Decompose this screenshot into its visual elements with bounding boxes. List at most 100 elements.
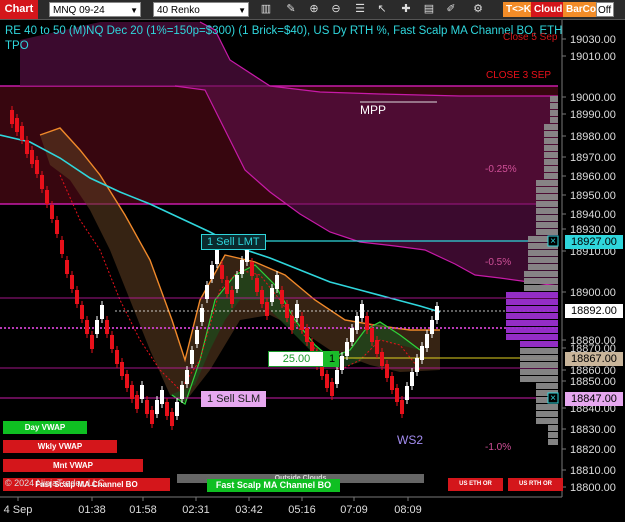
profile-bar — [524, 285, 558, 291]
bar-chart-icon[interactable]: ▥ — [258, 2, 274, 17]
crosshair-icon[interactable]: ✚ — [398, 2, 414, 17]
profile-bar — [520, 369, 558, 375]
zoom-icon[interactable]: ⊕ — [306, 2, 322, 17]
settings-icon[interactable]: ✎ — [283, 2, 299, 17]
fast-scalp-button[interactable]: Fast Scalp MA Channel BO — [207, 479, 340, 492]
profile-bar — [544, 124, 558, 130]
profile-bar — [544, 138, 558, 144]
profile-bar — [544, 131, 558, 137]
profile-bar — [536, 404, 558, 410]
profile-bar — [506, 313, 558, 319]
sell-stop-order[interactable]: 1 Sell SLM — [201, 391, 267, 407]
us-rth-or-button[interactable]: US RTH OR — [508, 478, 563, 491]
time-tick: 02:31 — [182, 504, 210, 516]
price-tick: 18950.00 — [570, 190, 616, 202]
drawing-icon[interactable]: ✐ — [443, 2, 459, 17]
price-tick: 19010.00 — [570, 51, 616, 63]
price-tick: 18810.00 — [570, 465, 616, 477]
profile-bar — [536, 187, 558, 193]
price-tick: 18970.00 — [570, 152, 616, 164]
profile-bar — [536, 180, 558, 186]
order-quantity[interactable]: 25.00 — [268, 351, 325, 367]
instrument-dropdown-icon[interactable]: ▼ — [130, 3, 138, 18]
profile-bar — [536, 222, 558, 228]
profile-bar — [544, 173, 558, 179]
time-tick: 03:42 — [235, 504, 263, 516]
close-label: CLOSE 3 SEP — [486, 70, 552, 81]
svg-text:×: × — [550, 236, 556, 247]
profile-bar — [506, 306, 558, 312]
time-tick: 4 Sep — [4, 504, 33, 516]
profile-bar — [520, 341, 558, 347]
day-vwap-button[interactable]: Day VWAP — [3, 421, 87, 434]
price-tick: 18980.00 — [570, 131, 616, 143]
price-tick: 18800.00 — [570, 482, 616, 494]
profile-bar — [550, 96, 558, 102]
profile-bar — [506, 334, 558, 340]
price-label-entry: 18867.00 — [565, 352, 623, 366]
profile-bar — [536, 383, 558, 389]
profile-bar — [544, 145, 558, 151]
time-tick: 01:38 — [78, 504, 106, 516]
profile-bar — [506, 299, 558, 305]
price-label-stop: 18847.00 — [565, 392, 623, 406]
price-tick: 18820.00 — [570, 444, 616, 456]
price-tick: 18990.00 — [570, 109, 616, 121]
strategy-icon[interactable]: ⚙ — [470, 2, 486, 17]
profile-bar — [520, 355, 558, 361]
profile-bar — [550, 110, 558, 116]
price-tick: 18830.00 — [570, 424, 616, 436]
profile-bar — [536, 201, 558, 207]
price-tick: 18940.00 — [570, 209, 616, 221]
price-tick: 18960.00 — [570, 171, 616, 183]
chart-title-line2: TPO — [5, 40, 29, 52]
time-tick: 01:58 — [129, 504, 157, 516]
cloud-button[interactable]: Cloud — [531, 2, 566, 17]
wkly-vwap-button[interactable]: Wkly VWAP — [3, 440, 117, 453]
bar-type-selector[interactable]: 40 Renko ▼ — [153, 2, 249, 17]
profile-bar — [544, 152, 558, 158]
text-icon[interactable]: ▤ — [421, 2, 437, 17]
bartype-dropdown-icon[interactable]: ▼ — [238, 3, 246, 18]
corner-note: Close 5 Sep — [503, 32, 558, 43]
pct-1-label: -1.0% — [485, 442, 512, 453]
us-eth-or-button[interactable]: US ETH OR — [448, 478, 503, 491]
price-tick: 19030.00 — [570, 34, 616, 46]
profile-bar — [524, 271, 558, 277]
profile-bar — [520, 362, 558, 368]
instrument-selector[interactable]: MNQ 09-24 ▼ — [49, 2, 141, 17]
profile-bar — [520, 376, 558, 382]
profile-bar — [550, 103, 558, 109]
position-count[interactable]: 1 — [323, 351, 339, 367]
profile-bar — [528, 250, 558, 256]
off-toggle[interactable]: Off — [596, 2, 614, 17]
tk-button[interactable]: T<>K — [503, 2, 535, 17]
price-tick: 19000.00 — [570, 92, 616, 104]
time-tick: 08:09 — [394, 504, 422, 516]
pct-05-label: -0.5% — [485, 257, 512, 268]
properties-icon[interactable]: ☰ — [352, 2, 368, 17]
profile-bar — [506, 292, 558, 298]
price-tick: 18850.00 — [570, 376, 616, 388]
mpp-label: MPP — [360, 103, 387, 117]
watermark: © 2024 NinjaTrader, LLC — [5, 478, 105, 488]
price-label-sell-lmt: 18927.00 — [565, 235, 623, 249]
pointer-icon[interactable]: ↖ — [374, 2, 390, 17]
profile-bar — [536, 418, 558, 424]
svg-text:×: × — [550, 393, 556, 404]
chart-tab[interactable]: Chart — [0, 0, 38, 19]
pct-025-label: -0.25% — [485, 164, 517, 175]
zoom-out-icon[interactable]: ⊖ — [328, 2, 344, 17]
profile-bar — [536, 215, 558, 221]
profile-bar — [536, 229, 558, 235]
profile-bar — [528, 257, 558, 263]
price-label-current: 18892.00 — [565, 304, 623, 318]
ws2-label: WS2 — [397, 433, 424, 447]
profile-bar — [506, 320, 558, 326]
mnt-vwap-button[interactable]: Mnt VWAP — [3, 459, 143, 472]
profile-bar — [536, 411, 558, 417]
profile-bar — [548, 425, 558, 431]
profile-bar — [544, 159, 558, 165]
sell-limit-order[interactable]: 1 Sell LMT — [201, 234, 266, 250]
bar-type-value: 40 Renko — [157, 5, 200, 16]
